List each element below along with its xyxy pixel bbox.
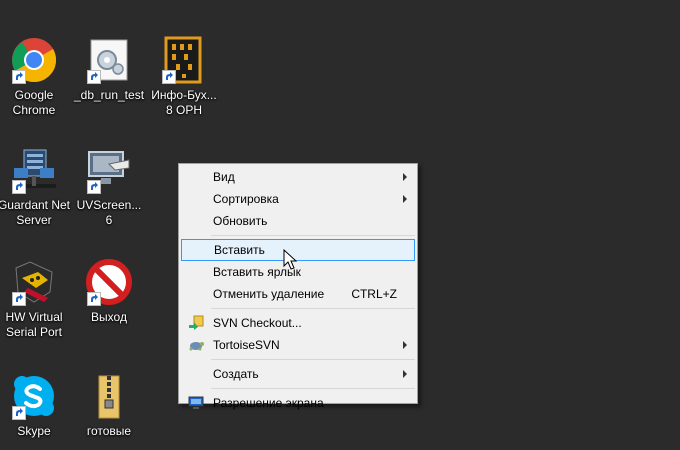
shortcut-arrow-icon (162, 70, 176, 84)
menu-item-tortoise-svn[interactable]: TortoiseSVN (181, 334, 415, 356)
mouse-cursor-icon (283, 249, 297, 270)
menu-item-sort[interactable]: Сортировка (181, 188, 415, 210)
menu-item-label: Вставить (214, 243, 265, 257)
menu-item-label: Сортировка (213, 192, 279, 206)
submenu-arrow-icon (403, 173, 407, 181)
desktop-icon-label: HW Virtual Serial Port (5, 310, 63, 339)
menu-item-svn-checkout[interactable]: SVN Checkout... (181, 312, 415, 334)
shortcut-arrow-icon (12, 292, 26, 306)
desktop-icon-hw-virtual-serial[interactable]: HW Virtual Serial Port (0, 258, 72, 340)
menu-item-view[interactable]: Вид (181, 166, 415, 188)
desktop-icon-label: готовые (86, 424, 132, 438)
desktop-icon-db-run-test[interactable]: _db_run_test (71, 36, 147, 103)
shortcut-arrow-icon (87, 180, 101, 194)
desktop-icon-label: Google Chrome (12, 88, 56, 117)
menu-item-label: Вставить ярлык (213, 265, 301, 279)
menu-item-label: SVN Checkout... (213, 316, 302, 330)
submenu-arrow-icon (403, 341, 407, 349)
display-icon (188, 396, 204, 409)
menu-item-refresh[interactable]: Обновить (181, 210, 415, 232)
menu-item-undo-delete[interactable]: Отменить удаление CTRL+Z (181, 283, 415, 305)
desktop-icon-label: Инфо-Бух... 8 ОРН (151, 88, 217, 117)
shortcut-arrow-icon (87, 70, 101, 84)
menu-separator (211, 308, 415, 309)
menu-item-new[interactable]: Создать (181, 363, 415, 385)
desktop-icon-label: Выход (91, 310, 127, 324)
submenu-arrow-icon (403, 370, 407, 378)
menu-item-paste-shortcut[interactable]: Вставить ярлык (181, 261, 415, 283)
desktop-icon-uvscreen[interactable]: UVScreen... 6 (71, 146, 147, 228)
menu-item-label: Создать (213, 367, 259, 381)
desktop-icon-label: _db_run_test (73, 88, 145, 102)
shortcut-arrow-icon (12, 180, 26, 194)
svn-checkout-icon (189, 315, 204, 330)
submenu-arrow-icon (403, 195, 407, 203)
shortcut-arrow-icon (87, 292, 101, 306)
desktop-icon-gotovye[interactable]: готовые (71, 372, 147, 439)
folder-zip-icon (98, 375, 120, 419)
menu-item-label: Обновить (213, 214, 268, 228)
menu-separator (211, 388, 415, 389)
desktop-icon-info-buh[interactable]: Инфо-Бух... 8 ОРН (146, 36, 222, 118)
menu-separator (211, 235, 415, 236)
menu-separator (211, 359, 415, 360)
desktop[interactable]: Google Chrome _db_run_test Инфо-Бух... 8… (0, 0, 680, 450)
desktop-icon-guardant[interactable]: Guardant Net Server (0, 146, 72, 228)
context-menu: Вид Сортировка Обновить Вставить Вставит… (178, 163, 418, 410)
menu-item-label: Вид (213, 170, 235, 184)
tortoise-svn-icon (189, 342, 204, 351)
menu-item-label: Разрешение экрана (213, 396, 324, 410)
menu-item-screen-resolution[interactable]: Разрешение экрана (181, 392, 415, 414)
shortcut-arrow-icon (12, 70, 26, 84)
desktop-icon-label: Guardant Net Server (0, 198, 71, 227)
menu-item-paste[interactable]: Вставить (181, 239, 415, 261)
desktop-icon-label: UVScreen... 6 (76, 198, 142, 227)
desktop-icon-exit[interactable]: Выход (71, 258, 147, 325)
menu-item-label: Отменить удаление (213, 287, 325, 301)
shortcut-arrow-icon (12, 406, 26, 420)
menu-item-label: TortoiseSVN (213, 338, 280, 352)
desktop-icon-skype[interactable]: Skype (0, 372, 72, 439)
desktop-icon-label: Skype (17, 424, 51, 438)
desktop-icon-chrome[interactable]: Google Chrome (0, 36, 72, 118)
menu-item-shortcut: CTRL+Z (351, 287, 397, 301)
